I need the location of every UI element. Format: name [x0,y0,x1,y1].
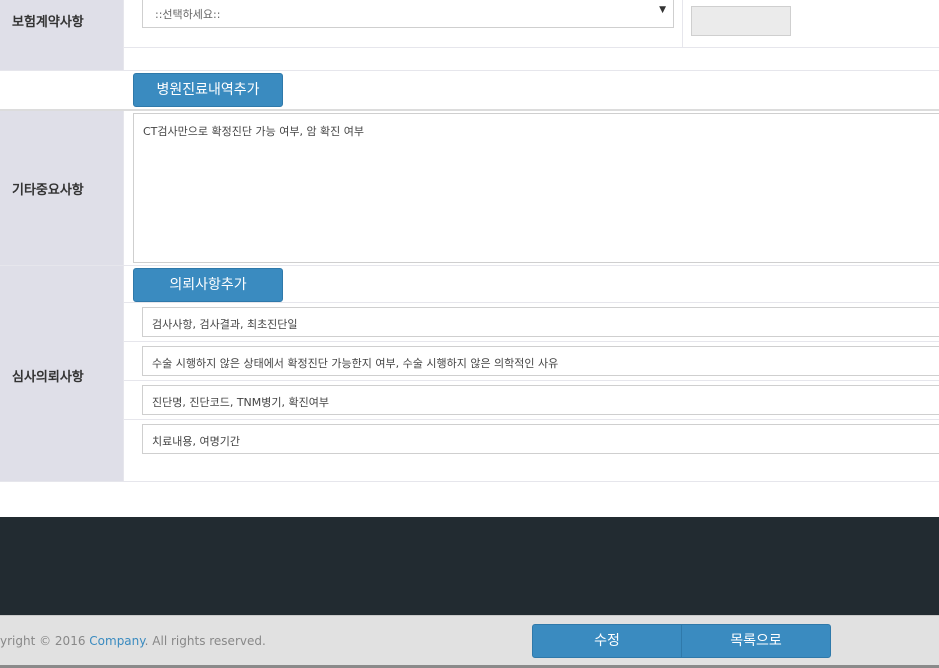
row-divider [124,47,939,48]
row-divider [0,481,939,482]
footer-dark-band [0,517,939,615]
list-button[interactable]: 목록으로 [681,624,831,658]
copyright-prefix: yright © 2016 [0,634,90,648]
add-hospital-record-button[interactable]: 병원진료내역추가 [133,73,283,107]
row-divider [0,265,939,266]
insurance-contract-label: 보험계약사항 [12,15,84,30]
review-request-label-cell: 심사의뢰사항 [0,266,124,481]
review-request-label: 심사의뢰사항 [12,370,84,385]
add-review-request-button[interactable]: 의뢰사항추가 [133,268,283,302]
chevron-down-icon: ▼ [659,5,666,15]
row-divider [124,302,939,303]
row-divider [0,70,939,71]
review-request-item[interactable]: 치료내용, 여명기간 [142,424,939,454]
insurance-contract-select[interactable]: ::선택하세요:: ▼ [142,0,674,28]
insurance-contract-label-cell: 보험계약사항 [0,0,124,70]
column-divider [682,0,683,47]
edit-button[interactable]: 수정 [532,624,682,658]
copyright-text: yright © 2016 Company. All rights reserv… [0,634,266,648]
company-link[interactable]: Company [89,634,144,648]
select-placeholder: ::선택하세요:: [155,8,221,21]
row-divider [124,419,939,420]
other-important-label: 기타중요사항 [12,183,84,198]
review-request-item[interactable]: 진단명, 진단코드, TNM병기, 확진여부 [142,385,939,415]
other-important-label-cell: 기타중요사항 [0,111,124,265]
insurance-contract-readonly-input[interactable] [691,6,791,36]
row-divider [0,109,939,111]
row-divider [124,341,939,342]
row-divider [124,380,939,381]
other-important-textarea[interactable]: CT검사만으로 확정진단 가능 여부, 암 확진 여부 [133,113,939,263]
review-request-item[interactable]: 수술 시행하지 않은 상태에서 확정진단 가능한지 여부, 수술 시행하지 않은… [142,346,939,376]
review-request-item[interactable]: 검사사항, 검사결과, 최초진단일 [142,307,939,337]
copyright-suffix: . All rights reserved. [144,634,266,648]
